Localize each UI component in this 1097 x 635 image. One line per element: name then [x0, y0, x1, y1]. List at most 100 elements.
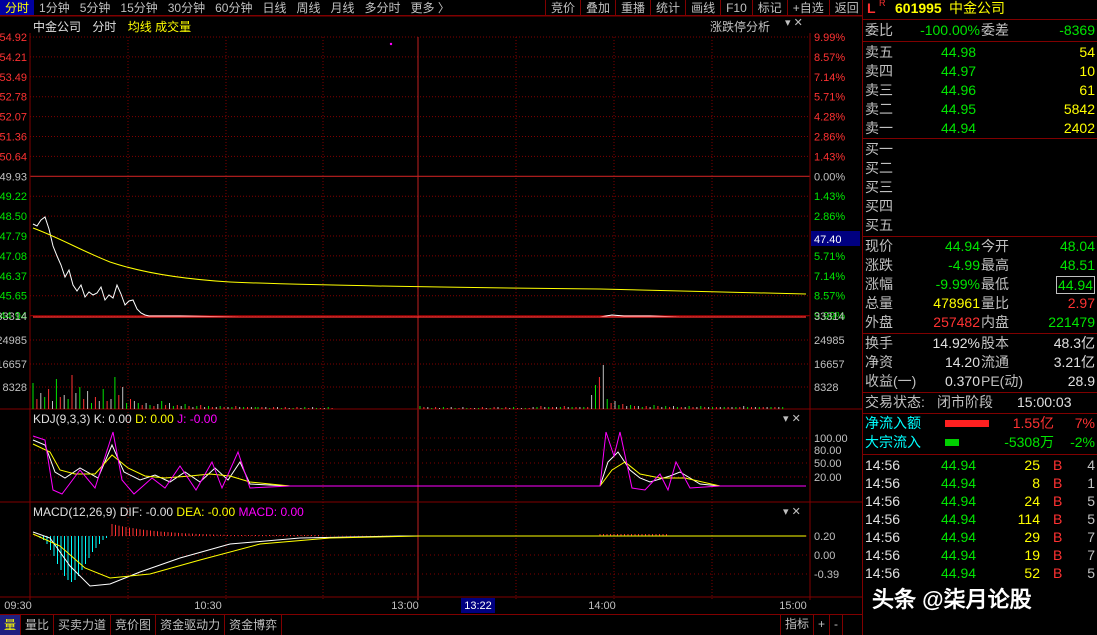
kdj-tick-label: 20.00	[814, 472, 842, 484]
stat-row: 涨幅 -9.99% 最低 44.94	[863, 275, 1097, 294]
tick-side: B	[1053, 511, 1063, 527]
stat-label: 总量	[865, 295, 893, 311]
stat-label: 量比	[981, 295, 1009, 311]
ask-label: 卖三	[865, 82, 893, 98]
macd-dea-line	[32, 533, 806, 579]
block-inflow-bar	[945, 439, 959, 446]
tick-volume: 24	[1024, 493, 1040, 509]
tab-buy-sell-force[interactable]: 买卖力道	[54, 615, 112, 635]
tick-volume: 8	[1032, 475, 1040, 491]
bid-row[interactable]: 买二	[863, 159, 1097, 178]
tick-count: 5	[1087, 565, 1095, 581]
bid-row[interactable]: 买一	[863, 140, 1097, 159]
tick-side: B	[1053, 565, 1063, 581]
ask-label: 卖四	[865, 63, 893, 79]
tick-price: 44.94	[941, 565, 977, 581]
ask-volume: 61	[1079, 82, 1095, 98]
ask-row[interactable]: 卖三 44.96 61	[863, 81, 1097, 100]
volume-label[interactable]: 成交量	[155, 20, 191, 34]
stat-label: 净资	[865, 354, 893, 370]
tick-row[interactable]: 14:56 44.94 114 B 5	[863, 510, 1097, 529]
pct-tick-label: 7.14%	[814, 271, 845, 283]
avg-line-label[interactable]: 均线	[128, 20, 152, 34]
macd-value: MACD: 0.00	[238, 505, 304, 519]
macd-controls[interactable]: ▾ ✕	[783, 505, 801, 518]
chevron-down-icon[interactable]: ▾	[785, 17, 791, 29]
price-tick-label: 52.78	[0, 92, 27, 104]
limit-analysis-button[interactable]: 涨跌停分析	[710, 18, 770, 35]
tick-price: 44.94	[941, 529, 977, 545]
ask-volume: 10	[1079, 63, 1095, 79]
tab-volume-ratio[interactable]: 量比	[21, 615, 55, 635]
tick-row[interactable]: 14:56 44.94 19 B 7	[863, 546, 1097, 565]
stat-value: 28.9	[1067, 373, 1095, 389]
tick-time: 14:56	[865, 493, 901, 509]
tick-row[interactable]: 14:56 44.94 25 B 4	[863, 456, 1097, 475]
macd-tick-label: -0.39	[814, 569, 839, 581]
macd-header: MACD(12,26,9) DIF: -0.00 DEA: -0.00 MACD…	[33, 505, 304, 519]
tab-fund-drive[interactable]: 资金驱动力	[156, 615, 226, 635]
stat-label: 换手	[865, 335, 893, 351]
price-line	[32, 216, 806, 318]
tick-row[interactable]: 14:56 44.94 52 B 5	[863, 564, 1097, 583]
kdj-d: D: 0.00	[135, 412, 174, 426]
intraday-chart[interactable]: 54.92 9.99% 54.21 8.57% 53.49 7.14% 52.78 5.71%…	[0, 0, 862, 614]
chevron-down-icon[interactable]: ▾	[783, 506, 789, 518]
stat-value: 478961	[933, 295, 980, 311]
bid-row[interactable]: 买五	[863, 216, 1097, 235]
stat-value: 48.04	[1059, 238, 1095, 254]
kdj-tick-label: 80.00	[814, 445, 842, 457]
stat-value: 257482	[933, 314, 980, 330]
indicator-button[interactable]: 指标	[780, 614, 815, 635]
price-tick-label: 53.49	[0, 72, 27, 84]
macd-dif-line	[32, 531, 806, 587]
kdj-controls[interactable]: ▾ ✕	[783, 412, 801, 425]
zoom-in-button[interactable]: +	[814, 614, 831, 635]
flag-label: L	[867, 0, 876, 16]
stock-name: 中金公司	[949, 0, 1005, 16]
ask-price: 44.95	[941, 101, 977, 117]
tick-row[interactable]: 14:56 44.94 29 B 7	[863, 528, 1097, 547]
tick-time: 14:56	[865, 547, 901, 563]
ask-price: 44.97	[941, 63, 977, 79]
tick-price: 44.94	[941, 493, 977, 509]
bid-row[interactable]: 买三	[863, 178, 1097, 197]
tab-auction-chart[interactable]: 竞价图	[111, 615, 157, 635]
time-tick-label: 13:22	[464, 600, 492, 612]
bid-row[interactable]: 买四	[863, 197, 1097, 216]
tick-time: 14:56	[865, 475, 901, 491]
tab-fund-game[interactable]: 资金博弈	[225, 615, 283, 635]
tick-row[interactable]: 14:56 44.94 8 B 1	[863, 474, 1097, 493]
close-icon[interactable]: ✕	[792, 506, 801, 518]
panel-controls[interactable]: ▾ ✕	[785, 16, 803, 29]
ask-row[interactable]: 卖一 44.94 2402	[863, 119, 1097, 138]
bid-label: 买二	[865, 160, 893, 176]
zoom-out-button[interactable]: -	[830, 614, 844, 635]
stock-code: 601995	[895, 0, 942, 16]
volume-tick-label: 16657	[814, 359, 845, 371]
volume-tick-label: 8328	[3, 382, 27, 394]
close-icon[interactable]: ✕	[792, 413, 801, 425]
stat-value: 3.21亿	[1053, 354, 1095, 370]
ask-row[interactable]: 卖五 44.98 54	[863, 43, 1097, 62]
net-inflow-row: 净流入额 1.55亿 7%	[865, 415, 1095, 431]
ask-row[interactable]: 卖二 44.95 5842	[863, 100, 1097, 119]
stat-row: 涨跌 -4.99 最高 48.51	[863, 256, 1097, 275]
stat-value: 44.94	[944, 238, 980, 254]
close-icon[interactable]: ✕	[794, 17, 803, 29]
price-tick-label: 45.65	[0, 291, 27, 303]
tick-volume: 114	[1017, 511, 1040, 527]
stat-label: 内盘	[981, 314, 1009, 330]
tick-count: 1	[1087, 475, 1095, 491]
ask-price: 44.96	[941, 82, 977, 98]
ask-row[interactable]: 卖四 44.97 10	[863, 62, 1097, 81]
stat-value: 48.3亿	[1053, 335, 1095, 351]
weicha-value: -8369	[1059, 22, 1095, 38]
chevron-down-icon[interactable]: ▾	[783, 413, 789, 425]
tick-count: 5	[1087, 493, 1095, 509]
tick-row[interactable]: 14:56 44.94 24 B 5	[863, 492, 1097, 511]
watermark: 头条 @柒月论股	[872, 587, 1032, 612]
tick-volume: 25	[1024, 457, 1040, 473]
tab-volume[interactable]: 量	[0, 615, 22, 635]
pct-tick-label: 8.57%	[814, 291, 845, 303]
